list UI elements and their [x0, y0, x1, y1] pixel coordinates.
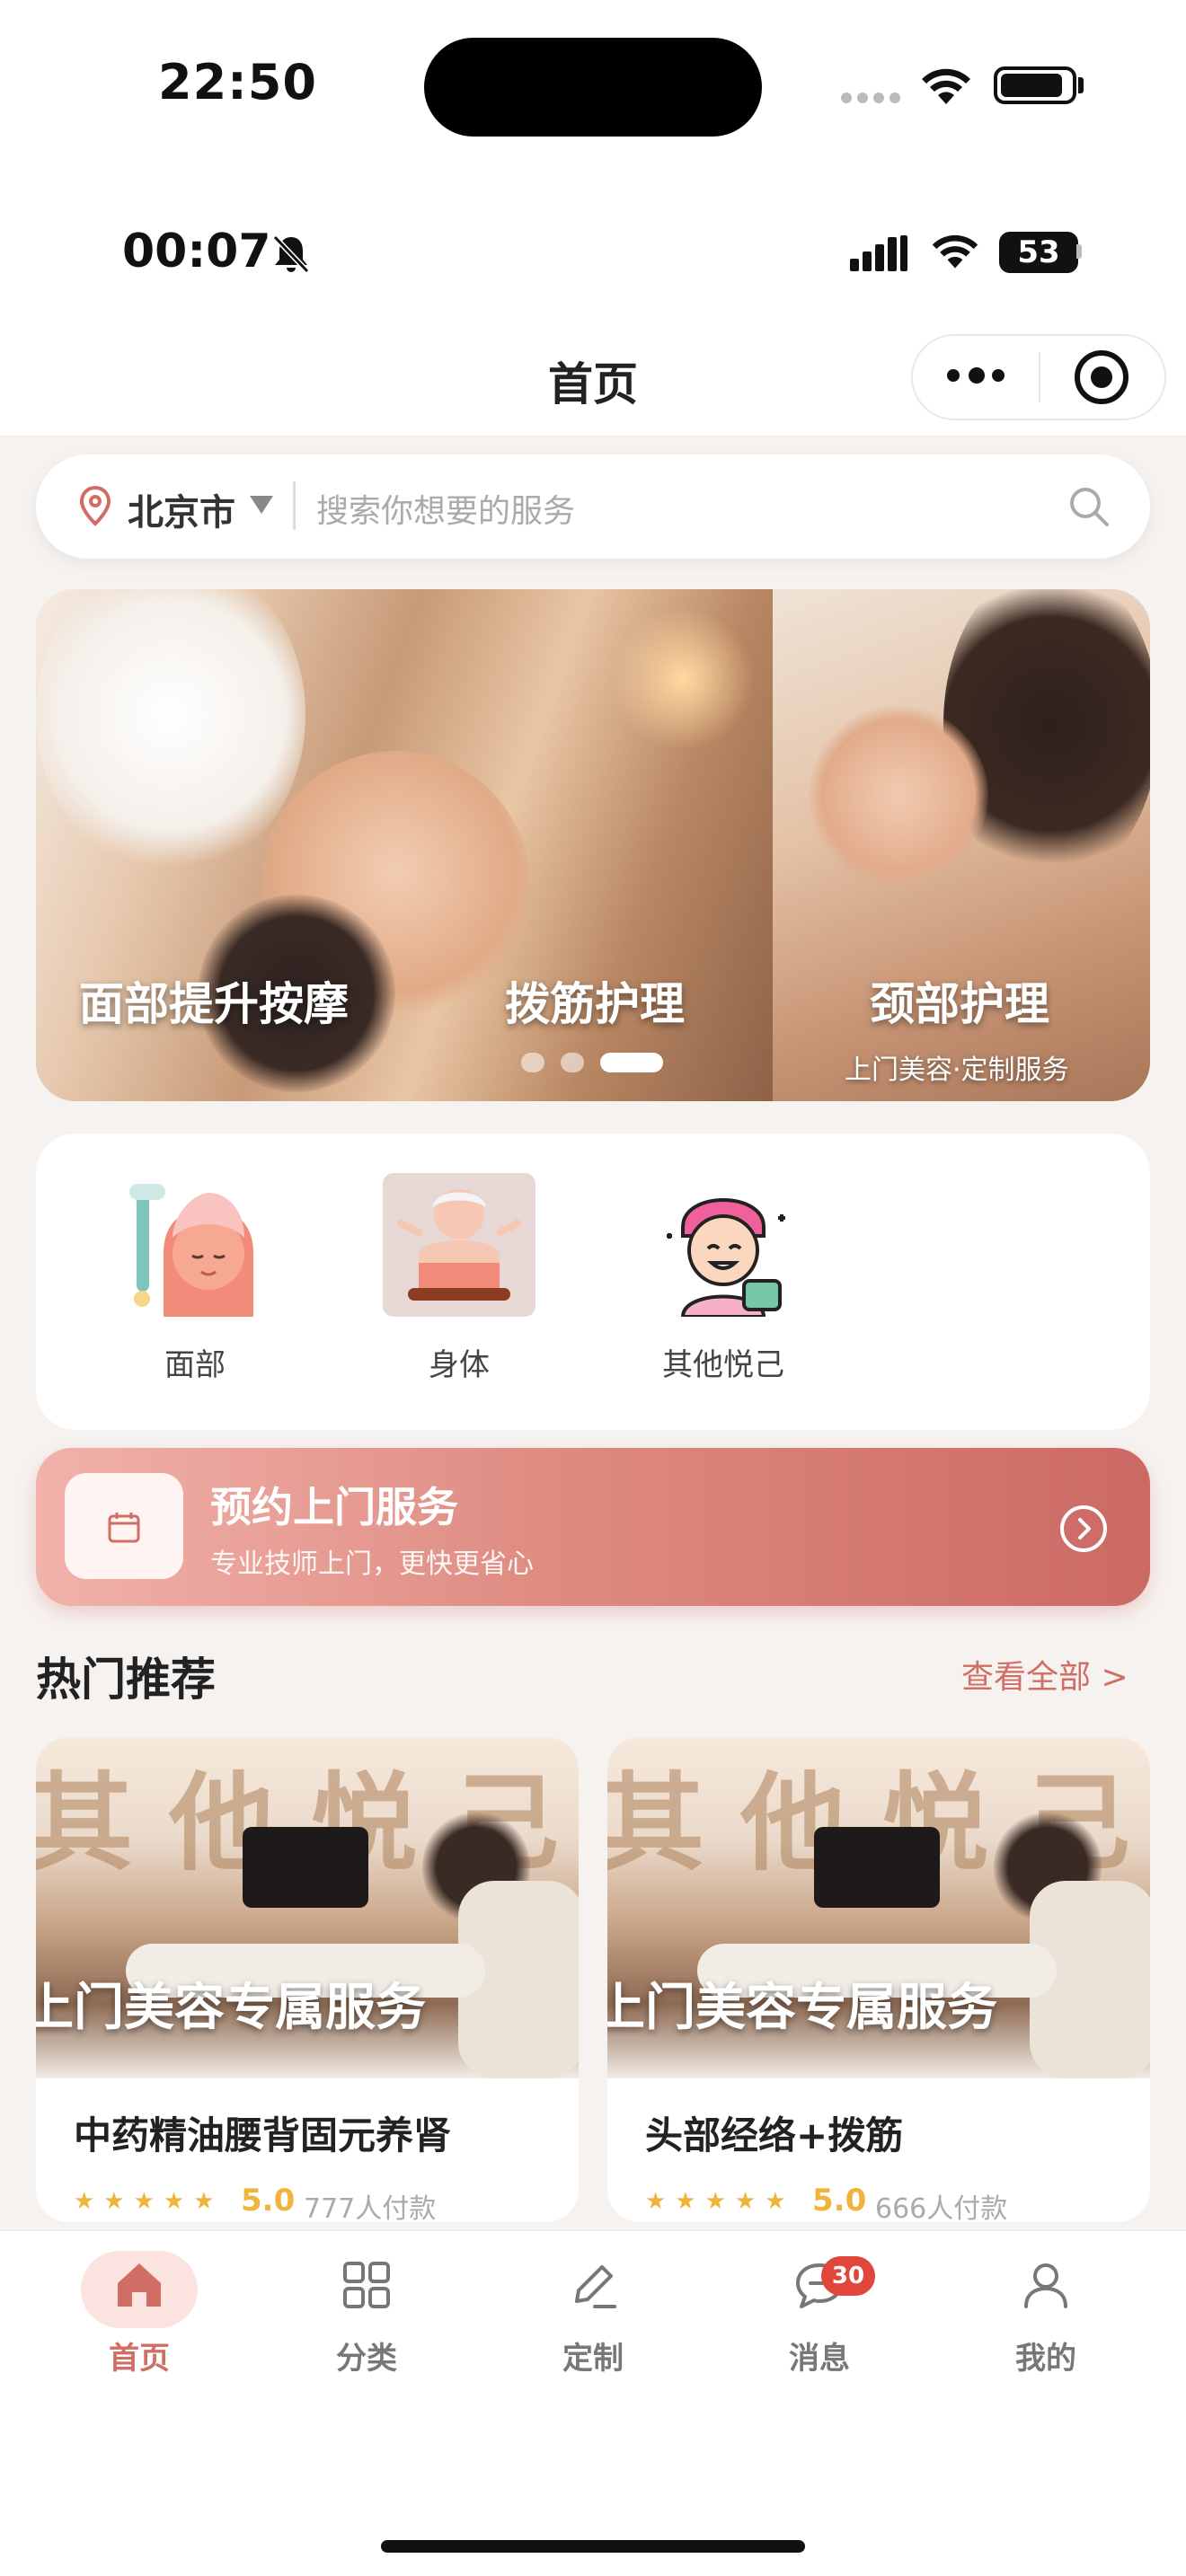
- tab-mine[interactable]: 我的: [974, 2256, 1118, 2382]
- search-icon[interactable]: [1066, 483, 1112, 530]
- tab-label-mine: 我的: [1015, 2341, 1076, 2377]
- banner-dot-3[interactable]: [600, 1053, 663, 1072]
- wifi-icon: [922, 68, 970, 104]
- dynamic-island: [424, 38, 762, 137]
- body-care-icon: [383, 1173, 535, 1317]
- wifi-icon: [932, 234, 978, 269]
- product-paid-1: 777人付款: [304, 2193, 437, 2222]
- banner-title-2: 拨筋护理: [505, 978, 685, 1030]
- user-icon: [1024, 2263, 1067, 2308]
- banner-dot-2[interactable]: [561, 1053, 584, 1072]
- message-badge: 30: [821, 2256, 875, 2296]
- category-label-self-care: 其他悦己: [662, 1347, 784, 1383]
- cellular-dots-icon: [841, 90, 906, 107]
- booking-icon-tile: [65, 1473, 183, 1579]
- section-title-hot: 热门推荐: [36, 1654, 216, 1706]
- booking-subtitle: 专业技师上门，更快更省心: [210, 1548, 534, 1580]
- tab-label-custom: 定制: [562, 2341, 624, 2377]
- booking-banner[interactable]: [36, 1448, 1150, 1606]
- product-name-1: 中药精油腰背固元养肾: [74, 2113, 452, 2157]
- banner-title-1: 面部提升按摩: [79, 978, 349, 1030]
- tab-label-messages: 消息: [789, 2341, 850, 2377]
- edit-icon: [575, 2265, 616, 2308]
- more-icon[interactable]: [945, 361, 1008, 388]
- banner-dot-1[interactable]: [521, 1053, 544, 1072]
- category-item-self-care[interactable]: 其他悦己: [624, 1173, 803, 1398]
- home-icon: [118, 2263, 161, 2307]
- product-image-1: 其他悦己 上门美容专属服务: [36, 1737, 579, 2078]
- battery-cap: [1076, 244, 1082, 259]
- tab-category[interactable]: 分类: [295, 2256, 438, 2382]
- self-care-icon: [667, 1198, 785, 1317]
- category-label-body: 身体: [429, 1347, 490, 1383]
- battery-cap: [1078, 77, 1084, 93]
- product-paid-2: 666人付款: [875, 2193, 1008, 2222]
- category-label-face: 面部: [164, 1347, 226, 1383]
- grid-icon: [343, 2262, 390, 2308]
- app-status-time: 00:07: [122, 225, 271, 278]
- category-item-face[interactable]: 面部: [95, 1173, 275, 1398]
- star-rating-icon: ★★★★★: [74, 2188, 224, 2215]
- product-rating-1: 5.0: [241, 2183, 296, 2219]
- product-image-2: 其他悦己 上门美容专属服务: [607, 1737, 1150, 2078]
- star-rating-icon: ★★★★★: [645, 2188, 795, 2215]
- product-name-2: 头部经络+拨筋: [645, 2113, 904, 2157]
- battery-level: 53: [999, 232, 1078, 273]
- product-image-text-1: 上门美容专属服务: [36, 1979, 426, 2037]
- location-pin-icon: [79, 485, 111, 526]
- promo-banner[interactable]: 面部提升按摩 拨筋护理 颈部护理 上门美容·定制服务: [36, 589, 1150, 1101]
- system-time: 22:50: [158, 54, 317, 110]
- chevron-right-icon[interactable]: [1060, 1505, 1107, 1552]
- product-card-1[interactable]: 其他悦己 上门美容专属服务 中药精油腰背固元养肾 ★★★★★ 5.0 777人付…: [36, 1737, 579, 2222]
- city-selector[interactable]: 北京市: [128, 483, 235, 535]
- banner-title-3: 颈部护理: [870, 978, 1049, 1030]
- product-card-2[interactable]: 其他悦己 上门美容专属服务 头部经络+拨筋 ★★★★★ 5.0 666人付款: [607, 1737, 1150, 2222]
- view-all-link[interactable]: 查看全部 >: [961, 1651, 1128, 1698]
- tab-custom[interactable]: 定制: [521, 2256, 665, 2382]
- home-indicator[interactable]: [381, 2540, 805, 2553]
- search-divider: [293, 481, 296, 530]
- tab-home[interactable]: 首页: [67, 2256, 211, 2382]
- close-target-icon[interactable]: [1075, 350, 1128, 404]
- banner-subtitle-3: 上门美容·定制服务: [845, 1054, 1069, 1086]
- face-roller-icon: [129, 1184, 253, 1317]
- product-rating-2: 5.0: [812, 2183, 867, 2219]
- battery-icon: [994, 66, 1076, 104]
- capsule-divider: [1039, 352, 1040, 402]
- booking-title: 预约上门服务: [210, 1483, 458, 1531]
- search-input[interactable]: 搜索你想要的服务: [316, 485, 575, 532]
- cellular-signal-icon: [850, 235, 907, 271]
- tab-label-home: 首页: [109, 2341, 170, 2377]
- bell-muted-icon: [272, 234, 310, 274]
- calendar-icon: [108, 1513, 140, 1543]
- product-image-text-2: 上门美容专属服务: [607, 1979, 997, 2037]
- caret-down-icon[interactable]: [250, 496, 273, 514]
- category-item-body[interactable]: 身体: [359, 1173, 539, 1398]
- tab-label-category: 分类: [336, 2341, 397, 2377]
